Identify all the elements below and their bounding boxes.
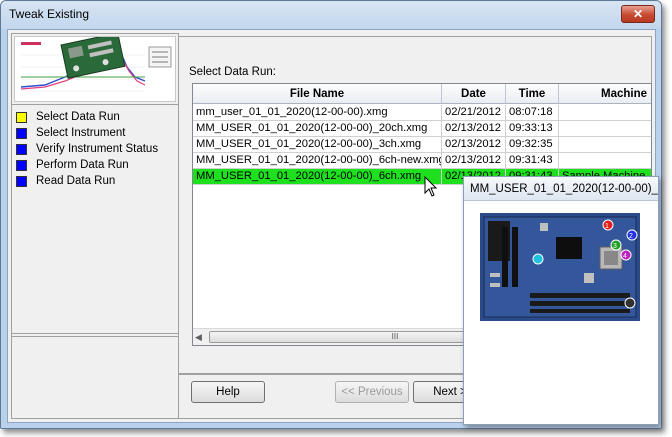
svg-text:3: 3 [613,243,617,250]
time-cell: 09:32:35 [506,137,559,153]
machine-cell [559,153,651,169]
graph-thumbnail-icon [15,32,175,101]
help-button[interactable]: Help [191,381,265,403]
step-select-instrument: Select Instrument [16,125,125,141]
file-name-cell: mm_user_01_01_2020(12-00-00).xmg [193,105,442,121]
step-label: Select Instrument [36,127,126,139]
wizard-step-panel: Select Data Run Select Instrument Verify… [11,32,179,419]
svg-text:4: 4 [623,253,627,260]
step-perform-data-run: Perform Data Run [16,157,129,173]
select-data-run-label: Select Data Run: [189,66,276,78]
file-name-cell: MM_USER_01_01_2020(12-00-00)_6ch-new.xmg [193,153,442,169]
title-bar: Tweak Existing ✕ [1,1,661,29]
svg-text:2: 2 [629,233,633,240]
close-button[interactable]: ✕ [621,5,655,23]
table-row[interactable]: MM_USER_01_01_2020(12-00-00)_20ch.xmg 02… [193,121,651,137]
step-read-data-run: Read Data Run [16,173,115,189]
step-label: Verify Instrument Status [36,143,159,155]
graph-thumbnail [14,32,176,102]
date-cell: 02/13/2012 [442,121,506,137]
list-header: File Name Date Time Machine [193,84,651,104]
column-header-machine[interactable]: Machine [559,84,651,104]
file-name-cell: MM_USER_01_01_2020(12-00-00)_3ch.xmg [193,137,442,153]
scroll-left-arrow-icon[interactable]: ◀ [195,332,202,343]
machine-cell [559,137,651,153]
machine-cell [559,105,651,121]
wizard-steps: Select Data Run Select Instrument Verify… [12,104,178,334]
mouse-pointer-icon [424,176,438,197]
table-row[interactable]: MM_USER_01_01_2020(12-00-00)_6ch-new.xmg… [193,153,651,169]
time-cell: 08:07:18 [506,105,559,121]
step-indicator-icon [16,159,27,171]
date-cell: 02/21/2012 [442,105,506,121]
step-indicator-icon [16,175,27,187]
step-label: Perform Data Run [36,159,129,171]
table-row[interactable]: mm_user_01_01_2020(12-00-00).xmg 02/21/2… [193,105,651,121]
close-icon: ✕ [632,7,644,21]
step-indicator-icon [16,111,27,123]
date-cell: 02/13/2012 [442,137,506,153]
step-label: Read Data Run [36,175,116,187]
previous-button[interactable]: << Previous [335,381,409,403]
file-preview-tooltip: MM_USER_01_01_2020(12-00-00)_... 1 2 3 4 [463,176,659,425]
tooltip-title: MM_USER_01_01_2020(12-00-00)_... [464,177,658,201]
machine-cell [559,121,651,137]
column-header-time[interactable]: Time [506,84,559,104]
step-label: Select Data Run [36,111,120,123]
file-name-cell: MM_USER_01_01_2020(12-00-00)_6ch.xmg [193,169,442,185]
file-name-cell: MM_USER_01_01_2020(12-00-00)_20ch.xmg [193,121,442,137]
date-cell: 02/13/2012 [442,153,506,169]
step-indicator-icon [16,127,27,139]
left-info-panel [12,336,178,418]
column-header-date[interactable]: Date [442,84,506,104]
step-select-data-run: Select Data Run [16,109,120,125]
svg-text:1: 1 [605,223,609,230]
time-cell: 09:33:13 [506,121,559,137]
step-verify-instrument-status: Verify Instrument Status [16,141,158,157]
table-row[interactable]: MM_USER_01_01_2020(12-00-00)_3ch.xmg 02/… [193,137,651,153]
motherboard-preview-icon: 1 2 3 4 [480,213,640,321]
window-title: Tweak Existing [9,7,90,21]
step-indicator-icon [16,143,27,155]
column-header-file-name[interactable]: File Name [193,84,442,104]
time-cell: 09:31:43 [506,153,559,169]
